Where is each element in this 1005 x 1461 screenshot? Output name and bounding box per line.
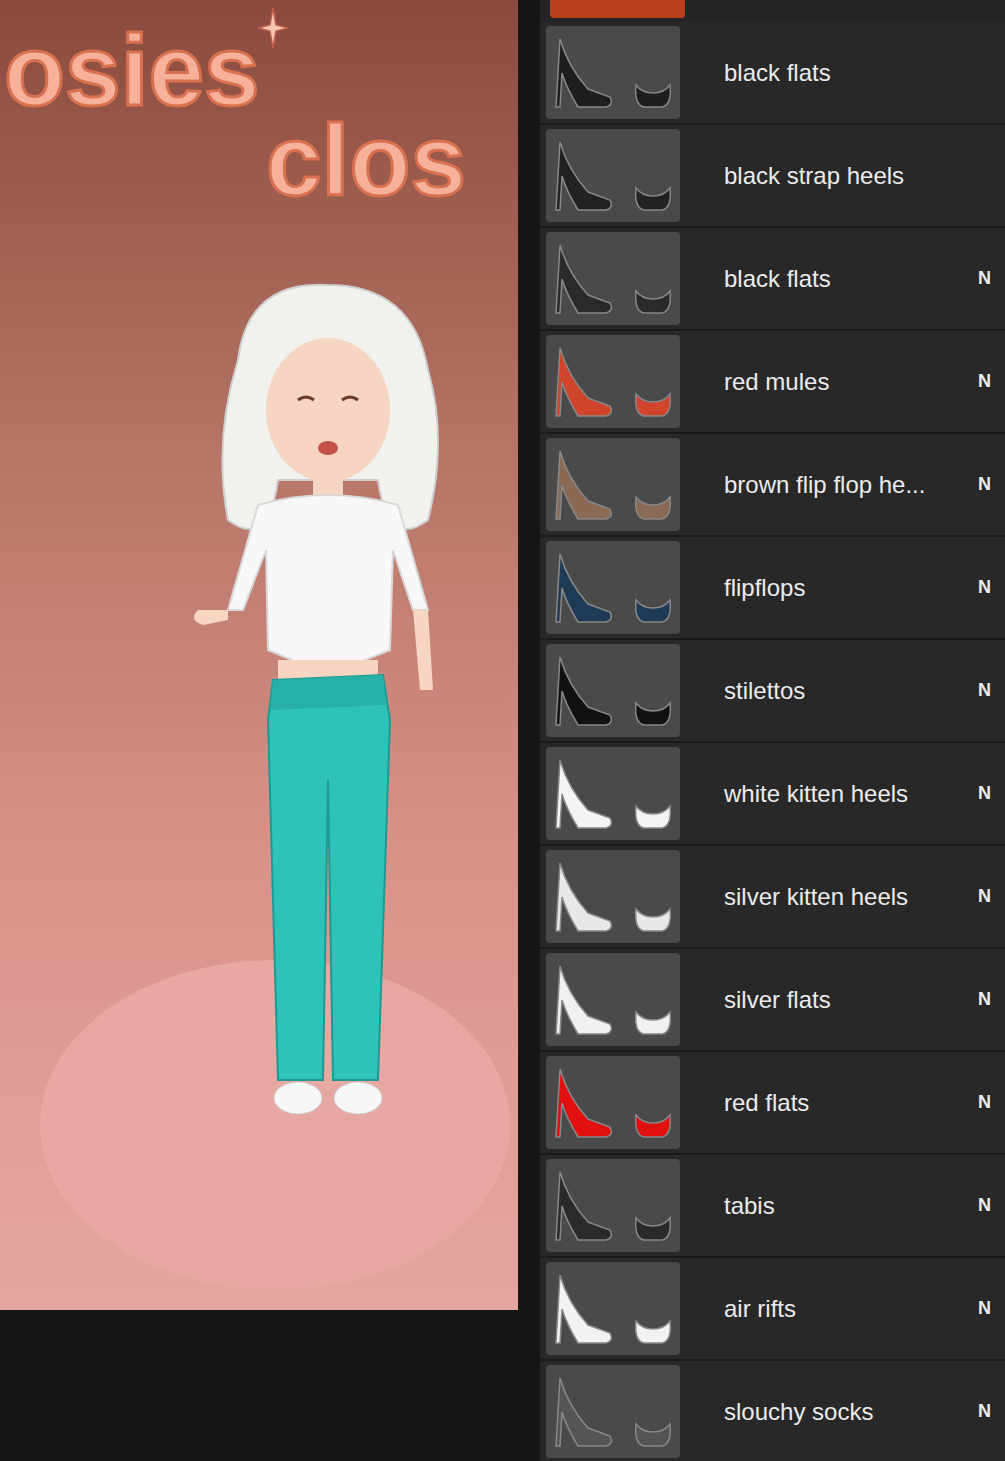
new-badge: N: [978, 680, 991, 701]
shoe-name: white kitten heels: [724, 780, 970, 808]
shoe-row[interactable]: red mules N: [540, 331, 1005, 434]
new-badge: N: [978, 268, 991, 289]
shoe-icon: [548, 851, 678, 943]
new-badge: N: [978, 474, 991, 495]
shoe-name: brown flip flop he...: [724, 471, 970, 499]
shoe-row[interactable]: black flats N: [540, 228, 1005, 331]
shoe-name: air rifts: [724, 1295, 970, 1323]
new-badge: N: [978, 1092, 991, 1113]
shoe-list[interactable]: black flats black strap heels black flats N…: [540, 0, 1005, 1461]
shoe-icon: [548, 1160, 678, 1252]
shoe-name: tabis: [724, 1192, 970, 1220]
new-badge: N: [978, 1195, 991, 1216]
shoe-row[interactable]: tabis N: [540, 1155, 1005, 1258]
shoe-icon: [548, 233, 678, 325]
new-badge: N: [978, 371, 991, 392]
shoe-icon: [548, 954, 678, 1046]
shoe-icon: [548, 1366, 678, 1458]
character[interactable]: [128, 280, 518, 1140]
shoe-row[interactable]: flipflops N: [540, 537, 1005, 640]
shoe-row[interactable]: red flats N: [540, 1052, 1005, 1155]
shoe-row[interactable]: air rifts N: [540, 1258, 1005, 1361]
shoe-thumbnail: [546, 644, 680, 737]
shoe-name: red flats: [724, 1089, 970, 1117]
closet-scene: osiesclos: [0, 0, 518, 1310]
shoe-icon: [548, 336, 678, 428]
shoe-name: slouchy socks: [724, 1398, 970, 1426]
new-badge: N: [978, 783, 991, 804]
shoe-icon: [548, 1263, 678, 1355]
shoe-row[interactable]: white kitten heels N: [540, 743, 1005, 846]
shoe-icon: [548, 130, 678, 222]
shoe-thumbnail: [546, 1365, 680, 1458]
new-badge: N: [978, 577, 991, 598]
shoe-thumbnail: [546, 850, 680, 943]
shoe-row[interactable]: slouchy socks N: [540, 1361, 1005, 1461]
shoe-name: silver flats: [724, 986, 970, 1014]
shoe-thumbnail: [546, 232, 680, 325]
shoe-thumbnail: [546, 541, 680, 634]
cut-item-thumb: [550, 0, 685, 18]
game-screen: osiesclosblack flatsblack strap heelsbla…: [0, 0, 1005, 1461]
shoe-icon: [548, 439, 678, 531]
new-badge: N: [978, 989, 991, 1010]
shoe-name: red mules: [724, 368, 970, 396]
shoe-row[interactable]: silver kitten heels N: [540, 846, 1005, 949]
shoe-icon: [548, 1057, 678, 1149]
shoe-row[interactable]: brown flip flop he... N: [540, 434, 1005, 537]
shoe-icon: [548, 748, 678, 840]
cut-item[interactable]: [540, 0, 1005, 22]
shoe-name: black strap heels: [724, 162, 991, 190]
shoe-icon: [548, 27, 678, 119]
shoe-name: black flats: [724, 265, 970, 293]
sparkle-icon: [258, 8, 288, 48]
shoe-thumbnail: [546, 953, 680, 1046]
shoe-name: flipflops: [724, 574, 970, 602]
new-badge: N: [978, 1298, 991, 1319]
shoe-thumbnail: [546, 1262, 680, 1355]
shoe-thumbnail: [546, 26, 680, 119]
shoe-icon: [548, 645, 678, 737]
shoe-name: silver kitten heels: [724, 883, 970, 911]
shoe-thumbnail: [546, 335, 680, 428]
shoe-thumbnail: [546, 1159, 680, 1252]
shoe-row[interactable]: black strap heels: [540, 125, 1005, 228]
shoe-thumbnail: [546, 438, 680, 531]
shoe-thumbnail: [546, 1056, 680, 1149]
shoe-thumbnail: [546, 129, 680, 222]
shoe-name: black flats: [724, 59, 991, 87]
new-badge: N: [978, 1401, 991, 1422]
new-badge: N: [978, 886, 991, 907]
shoe-name: stilettos: [724, 677, 970, 705]
logo: osiesclos: [4, 20, 466, 210]
shoe-row[interactable]: black flats: [540, 22, 1005, 125]
shoe-thumbnail: [546, 747, 680, 840]
shoe-icon: [548, 542, 678, 634]
shoe-row[interactable]: stilettos N: [540, 640, 1005, 743]
rug: [40, 960, 510, 1290]
shoe-row[interactable]: silver flats N: [540, 949, 1005, 1052]
